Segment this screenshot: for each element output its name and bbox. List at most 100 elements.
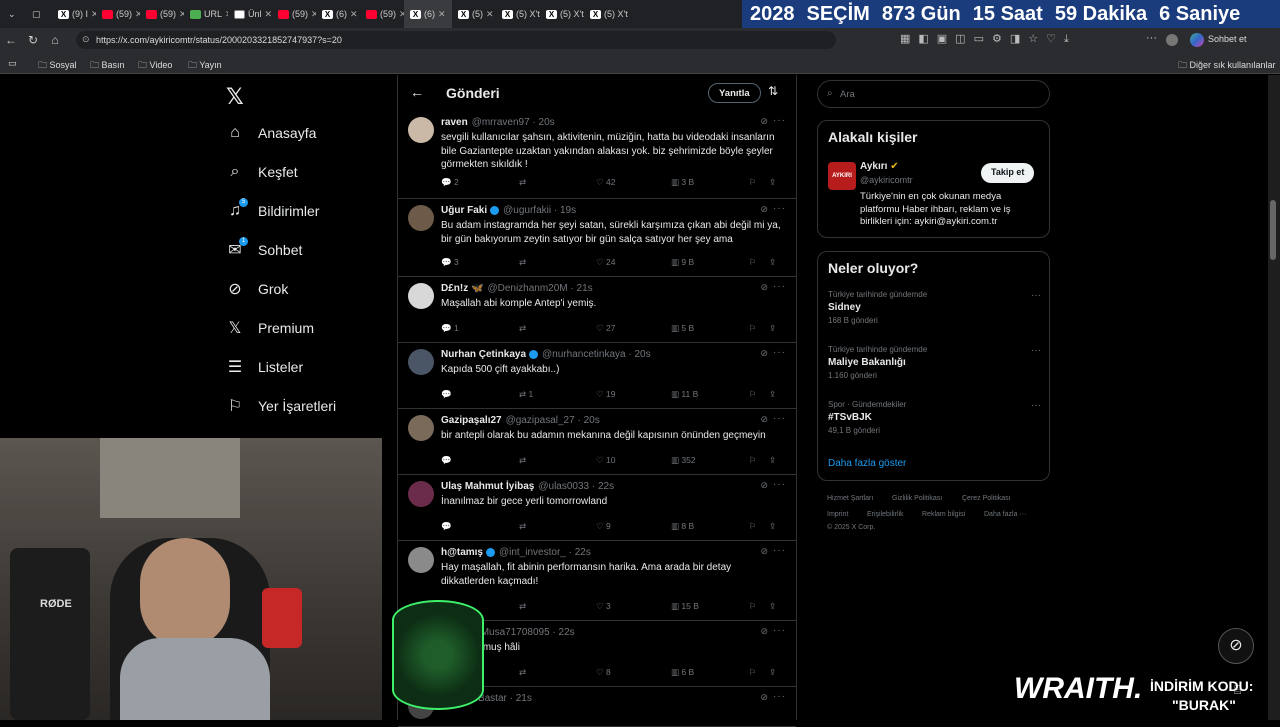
tab-close-icon[interactable]: ✕ (486, 9, 494, 20)
more-options-icon[interactable]: ··· (773, 347, 786, 358)
trend-item[interactable]: Türkiye tarihinde gündemde Maliye Bakanlı… (828, 345, 1041, 380)
author-handle[interactable]: @Denizhanm20M · 21s (487, 283, 592, 294)
browser-tab[interactable]: (59) ✕ (272, 0, 316, 28)
author-handle[interactable]: @mrraven97 · 20s (472, 117, 555, 128)
views-button[interactable]: ▥ 352 (671, 455, 696, 466)
reload-icon[interactable]: ↻ (22, 33, 44, 47)
author-name[interactable]: D£n!z 🦋 (441, 283, 483, 294)
browser-tab[interactable]: X (6) ✕ (316, 0, 360, 28)
author-handle[interactable]: @ulas0033 · 22s (538, 481, 614, 492)
browser-tab[interactable]: (59) ✕ (96, 0, 140, 28)
avatar[interactable] (408, 547, 434, 573)
share-button[interactable]: ⇪ (769, 601, 776, 612)
tweet-reply[interactable]: Uğur Faki @ugurfakii · 19s ⊘ ··· Bu adam ins… (398, 199, 796, 277)
trend-more-icon[interactable]: ··· (1031, 400, 1041, 411)
extension-icons[interactable]: ▦◧▣◫▭⚙◨☆♡⤓ (900, 32, 1077, 46)
author-handle[interactable]: @ugurfakii · 19s (503, 205, 576, 216)
author-name[interactable]: raven (441, 117, 468, 128)
retweet-button[interactable]: ⇄ (519, 667, 526, 678)
tweet-reply[interactable]: D£n!z 🦋 @Denizhanm20M · 21s ⊘ ··· Maşallah a… (398, 277, 796, 343)
footer-link[interactable]: Erişilebilirlik (867, 511, 904, 518)
tweet-reply[interactable]: Nurhan Çetinkaya @nurhancetinkaya · 20s ⊘ ·… (398, 343, 796, 409)
like-button[interactable]: ♡ 3 (596, 601, 611, 612)
share-button[interactable]: ⇪ (769, 455, 776, 466)
bookmark-folder-yayin[interactable]: 🗀 Yayın (188, 58, 222, 74)
reply-button[interactable]: 💬 (441, 389, 452, 400)
browser-tab[interactable]: Ünl ✕ (228, 0, 272, 28)
share-button[interactable]: ⇪ (769, 323, 776, 334)
views-button[interactable]: ▥ 3 B (671, 177, 694, 188)
reply-button[interactable]: 💬 1 (441, 323, 459, 334)
back-icon[interactable]: ← (0, 33, 22, 47)
share-button[interactable]: ⇪ (769, 521, 776, 532)
author-name[interactable]: h@tamış (441, 547, 483, 558)
views-button[interactable]: ▥ 9 B (671, 257, 694, 268)
grok-explain-icon[interactable]: ⊘ (760, 692, 768, 703)
browser-tab[interactable]: (59) ✕ (140, 0, 184, 28)
bookmark-folder-video[interactable]: 🗀 Video (138, 58, 172, 74)
author-name[interactable]: Gazipaşalı27 (441, 415, 502, 426)
like-button[interactable]: ♡ 27 (596, 323, 615, 334)
sidebar-item-search[interactable]: ⌕ Keşfet (226, 163, 298, 181)
views-button[interactable]: ▥ 15 B (671, 601, 699, 612)
more-options-icon[interactable]: ··· (773, 115, 786, 126)
footer-link[interactable]: Reklam bilgisi (922, 511, 965, 518)
sidebar-item-mail[interactable]: ✉ 1 Sohbet (226, 237, 302, 259)
favorites-toggle-icon[interactable]: ▭ (8, 58, 17, 69)
footer-link[interactable]: Imprint (827, 511, 848, 518)
footer-link[interactable]: Hizmet Şartları (827, 495, 873, 502)
other-favorites[interactable]: 🗀 Diğer sık kullanılanlar (1178, 58, 1276, 74)
views-button[interactable]: ▥ 8 B (671, 521, 694, 532)
show-more-link[interactable]: Daha fazla göster (828, 458, 906, 469)
bookmark-button[interactable]: ⚐ (749, 521, 757, 532)
retweet-button[interactable]: ⇄ (519, 177, 526, 188)
more-options-icon[interactable]: ··· (773, 413, 786, 424)
sidebar-item-bookmark[interactable]: ⚐ Yer İşaretleri (226, 397, 336, 415)
address-bar[interactable]: https://x.com/aykiricomtr/status/2000203… (76, 31, 836, 49)
browser-tab[interactable]: X (9) I ✕ (52, 0, 96, 28)
grok-explain-icon[interactable]: ⊘ (760, 204, 768, 215)
more-options-icon[interactable]: ··· (773, 281, 786, 292)
browser-tab[interactable]: X(5) X'te✕ (496, 0, 540, 28)
follow-button[interactable]: Takip et (981, 163, 1035, 183)
tweet-reply[interactable]: Ulaş Mahmut İyibaş @ulas0033 · 22s ⊘ ··· İna… (398, 475, 796, 541)
author-name[interactable]: Ulaş Mahmut İyibaş (441, 481, 534, 492)
bookmark-button[interactable]: ⚐ (749, 389, 757, 400)
retweet-button[interactable]: ⇄ (519, 323, 526, 334)
share-button[interactable]: ⇪ (769, 667, 776, 678)
home-browser-icon[interactable]: ⌂ (44, 33, 66, 47)
browser-tab[interactable]: X (6) ✕ (404, 0, 452, 28)
grok-explain-icon[interactable]: ⊘ (760, 116, 768, 127)
bookmark-button[interactable]: ⚐ (749, 323, 757, 334)
like-button[interactable]: ♡ 9 (596, 521, 611, 532)
browser-tab[interactable]: URL✕ (184, 0, 228, 28)
tab-close-icon[interactable]: ✕ (438, 9, 446, 20)
back-arrow-icon[interactable]: ← (410, 84, 424, 100)
sidebar-item-bell[interactable]: ♫ 5 Bildirimler (226, 198, 319, 220)
tab-actions-icon[interactable]: ⌄ (0, 0, 26, 28)
sidebar-item-x-logo[interactable]: 𝕏 Premium (226, 319, 314, 337)
more-options-icon[interactable]: ··· (773, 203, 786, 214)
sidebar-item-home[interactable]: ⌂ Anasayfa (226, 124, 316, 142)
avatar[interactable] (408, 415, 434, 441)
avatar[interactable] (408, 205, 434, 231)
share-button[interactable]: ⇪ (769, 177, 776, 188)
like-button[interactable]: ♡ 8 (596, 667, 611, 678)
x-logo-icon[interactable]: 𝕏 (226, 84, 244, 110)
author-handle[interactable]: @Musa71708095 · 22s (471, 627, 575, 638)
more-options-icon[interactable]: ··· (773, 479, 786, 490)
author-name[interactable]: Uğur Faki (441, 205, 487, 216)
trend-item[interactable]: Spor · Gündemdekiler #TSvBJK 49,1 B gönder… (828, 400, 1041, 435)
reply-button[interactable]: Yanıtla (708, 83, 761, 103)
bookmark-button[interactable]: ⚐ (749, 667, 757, 678)
like-button[interactable]: ♡ 19 (596, 389, 615, 400)
scrollbar-thumb[interactable] (1270, 200, 1276, 260)
retweet-button[interactable]: ⇄ (519, 601, 526, 612)
trend-item[interactable]: Türkiye tarihinde gündemde Sidney 168 B gö… (828, 290, 1041, 325)
trend-more-icon[interactable]: ··· (1031, 345, 1041, 356)
copilot-label[interactable]: Sohbet et (1208, 34, 1247, 44)
author-handle[interactable]: @int_investor_ · 22s (499, 547, 591, 558)
footer-link[interactable]: Daha fazla ··· (984, 511, 1026, 518)
grok-explain-icon[interactable]: ⊘ (760, 348, 768, 359)
avatar[interactable] (408, 481, 434, 507)
